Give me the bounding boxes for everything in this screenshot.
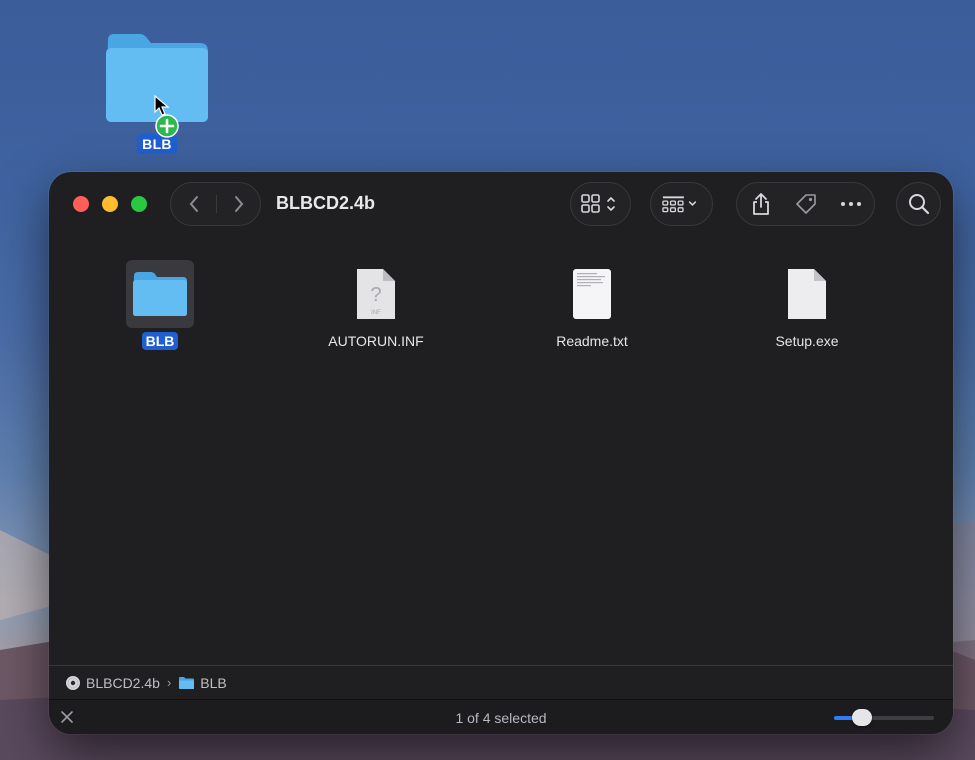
share-button[interactable] xyxy=(741,183,781,225)
zoom-window-button[interactable] xyxy=(131,196,147,212)
icon-size-slider[interactable] xyxy=(834,709,934,726)
unknown-document-icon: ? INF xyxy=(357,269,395,319)
tag-icon xyxy=(796,194,816,214)
view-mode-button[interactable] xyxy=(570,182,631,226)
icon-view-grid-icon xyxy=(581,194,615,213)
svg-text:?: ? xyxy=(370,284,381,306)
svg-text:INF: INF xyxy=(371,310,381,316)
status-bar: 1 of 4 selected xyxy=(49,699,953,734)
file-item-blb[interactable]: BLB xyxy=(70,260,250,351)
file-icon-container: ? INF xyxy=(342,260,410,328)
back-button[interactable] xyxy=(171,183,216,225)
ellipsis-icon xyxy=(841,202,861,206)
file-item-setup-exe[interactable]: Setup.exe xyxy=(717,260,897,351)
blank-document-icon xyxy=(788,269,826,319)
file-name: Readme.txt xyxy=(556,333,628,349)
toolbar: BLBCD2.4b xyxy=(49,172,953,238)
file-icon-container xyxy=(773,260,841,328)
tag-button[interactable] xyxy=(786,183,826,225)
close-window-button[interactable] xyxy=(73,196,89,212)
group-grid-icon xyxy=(662,196,697,213)
group-by-button[interactable] xyxy=(650,182,713,226)
window-title: BLBCD2.4b xyxy=(276,193,376,213)
file-item-readme-txt[interactable]: Readme.txt xyxy=(502,260,682,351)
path-separator-icon: › xyxy=(166,675,172,690)
finder-window: BLBCD2.4b BLB ? INF AUTORUN.INF Readme.t… xyxy=(49,172,953,734)
search-button[interactable] xyxy=(896,182,941,226)
folder-icon xyxy=(179,676,195,689)
disc-icon xyxy=(66,675,80,690)
share-icon xyxy=(753,193,769,215)
copy-plus-badge-icon xyxy=(155,114,179,138)
navigation-controls xyxy=(170,182,261,226)
file-name: Setup.exe xyxy=(775,333,839,349)
file-icon-container xyxy=(126,260,194,328)
selection-status: 1 of 4 selected xyxy=(455,710,547,726)
path-bar: BLBCD2.4b › BLB xyxy=(49,665,953,699)
path-item-label: BLB xyxy=(200,674,227,691)
file-name: AUTORUN.INF xyxy=(328,333,424,349)
file-name: BLB xyxy=(141,332,179,350)
chevron-right-icon xyxy=(234,196,243,212)
file-item-autorun-inf[interactable]: ? INF AUTORUN.INF xyxy=(286,260,466,351)
path-item-label: BLBCD2.4b xyxy=(86,674,160,691)
actions-group xyxy=(736,182,875,226)
more-actions-button[interactable] xyxy=(831,183,871,225)
minimize-window-button[interactable] xyxy=(102,196,118,212)
slider-knob[interactable] xyxy=(851,709,872,726)
search-icon xyxy=(908,194,929,215)
forward-button[interactable] xyxy=(216,183,261,225)
folder-icon xyxy=(133,272,187,316)
desktop-folder[interactable]: BLB xyxy=(100,32,214,154)
text-document-icon xyxy=(573,269,611,319)
chevron-left-icon xyxy=(189,196,198,212)
path-item-disc[interactable]: BLBCD2.4b xyxy=(65,675,160,691)
file-icon-container xyxy=(558,260,626,328)
path-item-folder[interactable]: BLB xyxy=(178,674,227,691)
